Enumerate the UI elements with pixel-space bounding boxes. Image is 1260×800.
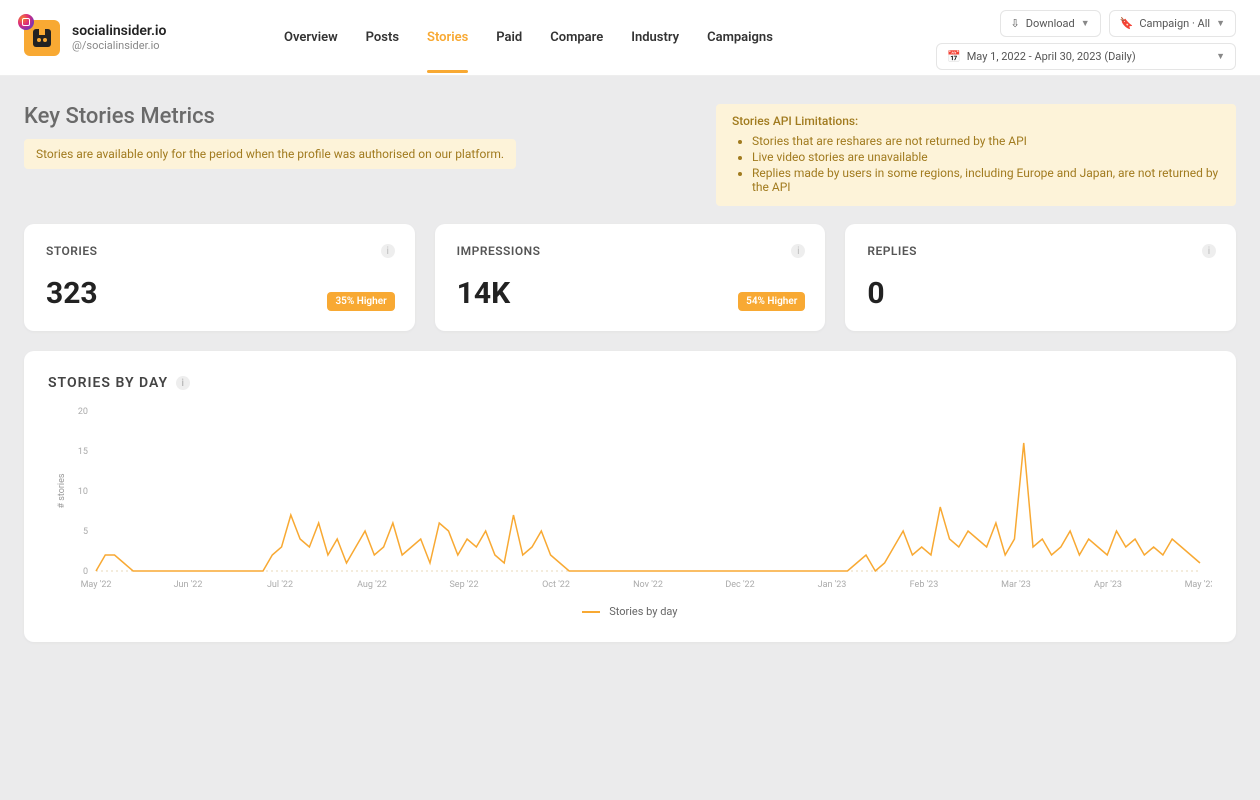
- metric-change-badge: 54% Higher: [738, 292, 805, 311]
- campaign-label: Campaign · All: [1139, 17, 1210, 30]
- metric-card-stories: iSTORIES32335% Higher: [24, 224, 415, 331]
- api-limitations-title: Stories API Limitations:: [732, 114, 1220, 128]
- profile-handle: @/socialinsider.io: [72, 39, 166, 52]
- nav-posts[interactable]: Posts: [366, 2, 399, 73]
- nav-stories[interactable]: Stories: [427, 2, 468, 73]
- topbar: socialinsider.io @/socialinsider.io Over…: [0, 0, 1260, 76]
- svg-text:Nov '22: Nov '22: [633, 580, 663, 590]
- calendar-icon: 📅: [947, 50, 961, 63]
- stories-line-chart: 0 5 10 15 20 # stories May '22 Jun '22 Jul '22 Au…: [48, 401, 1212, 601]
- availability-notice: Stories are available only for the perio…: [24, 139, 516, 169]
- right-controls: ⇩ Download ▼ 🔖 Campaign · All ▼ 📅 May 1,…: [936, 10, 1236, 70]
- api-limitation-item: Live video stories are unavailable: [752, 150, 1220, 164]
- profile-name: socialinsider.io: [72, 23, 166, 39]
- metric-label: IMPRESSIONS: [457, 244, 804, 258]
- date-range-selector[interactable]: 📅 May 1, 2022 - April 30, 2023 (Daily) ▼: [936, 43, 1236, 70]
- metric-change-badge: 35% Higher: [327, 292, 394, 311]
- chart-title-text: STORIES BY DAY: [48, 375, 168, 391]
- api-limitation-item: Stories that are reshares are not return…: [752, 134, 1220, 148]
- svg-text:15: 15: [78, 447, 88, 457]
- chart-title: STORIES BY DAY i: [48, 375, 1212, 391]
- svg-text:Jul '22: Jul '22: [267, 580, 293, 590]
- svg-text:Oct '22: Oct '22: [542, 580, 570, 590]
- metric-card-replies: iREPLIES 0: [845, 224, 1236, 331]
- metric-card-impressions: iIMPRESSIONS14K54% Higher: [435, 224, 826, 331]
- content-area: Key Stories Metrics Stories are availabl…: [0, 76, 1260, 670]
- svg-text:Jun '22: Jun '22: [174, 580, 203, 590]
- svg-text:20: 20: [78, 407, 88, 417]
- metric-label: REPLIES: [867, 244, 1214, 258]
- download-button[interactable]: ⇩ Download ▼: [1000, 10, 1101, 37]
- brand-logo-icon: [30, 26, 54, 50]
- header-row: Key Stories Metrics Stories are availabl…: [24, 104, 1236, 206]
- nav-campaigns[interactable]: Campaigns: [707, 2, 773, 73]
- download-label: Download: [1026, 17, 1075, 30]
- download-icon: ⇩: [1011, 17, 1020, 30]
- metric-value: 0: [867, 276, 1214, 311]
- svg-text:Jan '23: Jan '23: [818, 580, 847, 590]
- campaign-selector[interactable]: 🔖 Campaign · All ▼: [1109, 10, 1236, 37]
- chevron-down-icon: ▼: [1081, 18, 1090, 29]
- page-title: Key Stories Metrics: [24, 104, 516, 129]
- main-nav: Overview Posts Stories Paid Compare Industry C…: [284, 2, 773, 73]
- svg-text:10: 10: [78, 487, 88, 497]
- legend-swatch: [582, 611, 600, 613]
- svg-text:Mar '23: Mar '23: [1001, 580, 1031, 590]
- chart-legend: Stories by day: [48, 605, 1212, 618]
- svg-text:# stories: # stories: [57, 473, 67, 508]
- profile-block: socialinsider.io @/socialinsider.io: [24, 20, 264, 56]
- svg-text:May '22: May '22: [81, 580, 112, 590]
- svg-text:May '23: May '23: [1185, 580, 1212, 590]
- info-icon[interactable]: i: [176, 376, 190, 390]
- bookmark-icon: 🔖: [1120, 17, 1134, 30]
- nav-overview[interactable]: Overview: [284, 2, 338, 73]
- metrics-row: iSTORIES32335% HigheriIMPRESSIONS14K54% …: [24, 224, 1236, 331]
- api-limitations-box: Stories API Limitations: Stories that ar…: [716, 104, 1236, 206]
- instagram-badge-icon: [18, 14, 34, 30]
- stories-by-day-card: STORIES BY DAY i 0 5 10 15 20 # stories May '2…: [24, 351, 1236, 642]
- svg-text:Feb '23: Feb '23: [910, 580, 939, 590]
- svg-text:Apr '23: Apr '23: [1094, 580, 1122, 590]
- svg-text:5: 5: [83, 527, 88, 537]
- chevron-down-icon: ▼: [1216, 18, 1225, 29]
- chevron-down-icon: ▼: [1216, 51, 1225, 62]
- metric-label: STORIES: [46, 244, 393, 258]
- info-icon[interactable]: i: [1202, 244, 1216, 258]
- info-icon[interactable]: i: [381, 244, 395, 258]
- avatar-wrap: [24, 20, 60, 56]
- nav-compare[interactable]: Compare: [550, 2, 603, 73]
- legend-label: Stories by day: [609, 605, 677, 618]
- svg-text:Aug '22: Aug '22: [357, 580, 387, 590]
- svg-text:Sep '22: Sep '22: [449, 580, 478, 590]
- nav-paid[interactable]: Paid: [496, 2, 522, 73]
- svg-text:0: 0: [83, 567, 88, 577]
- date-range-label: May 1, 2022 - April 30, 2023 (Daily): [967, 50, 1136, 63]
- svg-text:Dec '22: Dec '22: [725, 580, 754, 590]
- api-limitation-item: Replies made by users in some regions, i…: [752, 166, 1220, 194]
- nav-industry[interactable]: Industry: [631, 2, 679, 73]
